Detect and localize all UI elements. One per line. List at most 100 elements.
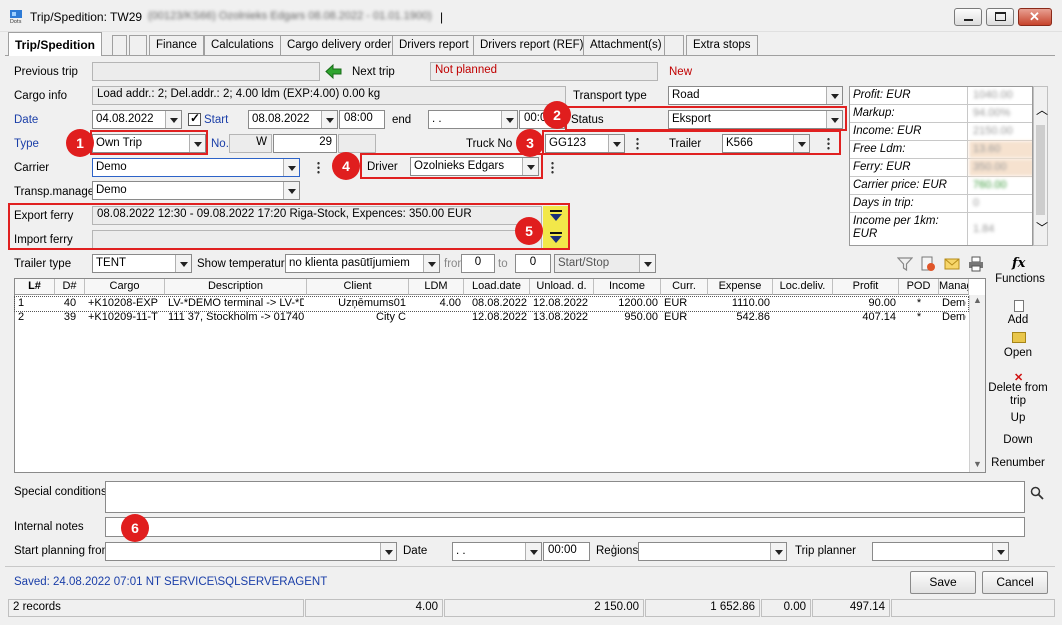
grid-header-cargo[interactable]: Cargo <box>85 279 165 295</box>
cell-load: 12.08.2022 <box>471 311 527 323</box>
grid-header-profit[interactable]: Profit <box>833 279 899 295</box>
import-ferry-field[interactable] <box>92 230 542 249</box>
planning-date-picker[interactable]: . . <box>452 542 542 561</box>
grid-header-manager[interactable]: Manager <box>939 279 969 295</box>
tab-blank-2[interactable] <box>129 35 147 55</box>
grid-header-l[interactable]: L# <box>15 279 55 295</box>
start-stop-select[interactable]: Start/Stop <box>554 254 656 273</box>
cancel-button[interactable]: Cancel <box>982 571 1048 594</box>
grid-header-expense[interactable]: Expense <box>708 279 773 295</box>
to-field[interactable]: 0 <box>515 254 551 273</box>
start-date-picker[interactable]: 08.08.2022 <box>248 110 338 129</box>
regions-select[interactable] <box>638 542 787 561</box>
tab-blank-3[interactable] <box>664 35 684 55</box>
tab-drivers-report[interactable]: Drivers report <box>392 35 476 55</box>
trailer-select[interactable]: K566 <box>722 134 810 153</box>
grid-header-description[interactable]: Description <box>165 279 307 295</box>
start-planning-select[interactable] <box>105 542 397 561</box>
close-button[interactable]: ✕ <box>1018 8 1052 26</box>
export-ferry-arrow-icon[interactable] <box>544 207 568 225</box>
transp-manager-label: Transp.manager <box>14 186 98 198</box>
special-conditions-field[interactable] <box>105 481 1025 513</box>
finance-scrollbar[interactable]: ︿ ﹀ <box>1033 86 1048 246</box>
next-trip-field[interactable]: Not planned <box>430 62 658 81</box>
tab-trip-spedition[interactable]: Trip/Spedition <box>8 32 102 56</box>
driver-label: Driver <box>367 161 398 173</box>
trailer-type-select[interactable]: TENT <box>92 254 192 273</box>
search-icon[interactable] <box>1030 486 1044 500</box>
maximize-button[interactable] <box>986 8 1014 26</box>
export-icon[interactable] <box>920 256 936 272</box>
tab-blank-1[interactable] <box>112 35 127 55</box>
driver-select[interactable]: Ozolnieks Edgars <box>410 157 539 176</box>
trailer-label: Trailer <box>669 138 702 150</box>
previous-trip-field[interactable] <box>92 62 320 81</box>
from-field[interactable]: 0 <box>461 254 495 273</box>
grid-header-ldm[interactable]: LDM <box>409 279 464 295</box>
truck-select[interactable]: GG123 <box>545 134 625 153</box>
carrier-select[interactable]: Demo <box>92 158 300 177</box>
down-button[interactable]: Down <box>988 434 1048 446</box>
functions-icon[interactable]: fx <box>1012 256 1025 271</box>
functions-button[interactable]: Functions <box>990 273 1050 285</box>
table-row[interactable]: 1 40 +K10208-EXP LV-*DEMO terminal -> LV-*D… <box>14 296 969 312</box>
grid-header-pod[interactable]: POD <box>899 279 939 295</box>
add-button[interactable]: Add <box>988 314 1048 326</box>
tab-extra-stops[interactable]: Extra stops <box>686 35 758 55</box>
arrow-left-icon[interactable] <box>325 63 343 80</box>
truck-options-icon[interactable] <box>636 137 639 150</box>
open-button[interactable]: Open <box>988 347 1048 359</box>
renumber-button[interactable]: Renumber <box>988 457 1048 469</box>
start-time-field[interactable]: 08:00 <box>339 110 385 129</box>
tab-finance[interactable]: Finance <box>149 35 204 55</box>
trip-planner-select[interactable] <box>872 542 1009 561</box>
type-select[interactable]: Own Trip <box>92 134 206 153</box>
grid-header-d[interactable]: D# <box>55 279 85 295</box>
scroll-up-icon[interactable]: ︿ <box>1036 101 1048 118</box>
tab-attachments[interactable]: Attachment(s) <box>583 35 669 55</box>
grid-header-income[interactable]: Income <box>594 279 661 295</box>
driver-options-icon[interactable] <box>551 161 554 174</box>
grid-header-load[interactable]: Load.date <box>464 279 530 295</box>
start-label: Start <box>204 114 229 126</box>
planning-time-field[interactable]: 00:00 <box>543 542 590 561</box>
print-icon[interactable] <box>968 256 984 272</box>
grid-header-client[interactable]: Client <box>307 279 409 295</box>
scroll-down-icon[interactable]: ﹀ <box>1036 219 1048 236</box>
transp-manager-select[interactable]: Demo <box>92 181 300 200</box>
scroll-thumb[interactable] <box>1036 125 1045 215</box>
delete-from-trip-button[interactable]: Delete from trip <box>988 382 1048 408</box>
grid-scrollbar[interactable]: ▲ ▼ <box>969 295 985 472</box>
finance-row-income: Income: EUR 2150.00 <box>850 123 1032 141</box>
cell-cargo: +K10209-11-T <box>88 311 158 323</box>
start-checkbox[interactable] <box>188 111 201 126</box>
transport-type-select[interactable]: Road <box>668 86 843 105</box>
no-value-field[interactable]: 29 <box>273 134 337 153</box>
filter-icon[interactable] <box>896 256 914 272</box>
import-ferry-arrow-icon[interactable] <box>544 229 568 247</box>
minimize-button[interactable] <box>954 8 982 26</box>
status-select[interactable]: Eksport <box>668 110 843 129</box>
carrier-options-icon[interactable] <box>317 161 320 174</box>
chevron-down-icon <box>793 135 809 152</box>
date-picker[interactable]: 04.08.2022 <box>92 110 182 129</box>
save-button[interactable]: Save <box>910 571 976 594</box>
up-button[interactable]: Up <box>988 412 1048 424</box>
tab-drivers-report-ref[interactable]: Drivers report (REF) <box>473 35 591 55</box>
scroll-up-icon[interactable]: ▲ <box>973 295 982 305</box>
internal-notes-field[interactable] <box>105 517 1025 537</box>
tab-cargo-delivery-order[interactable]: Cargo delivery order <box>280 35 399 55</box>
cargo-grid[interactable]: L# D# Cargo Description Client LDM Load.date Un… <box>14 278 986 473</box>
grid-header-curr[interactable]: Curr. <box>661 279 708 295</box>
end-date-picker[interactable]: . . <box>428 110 518 129</box>
email-icon[interactable] <box>944 257 960 271</box>
table-row[interactable]: 2 39 +K10209-11-T 111 37, Stockholm -> 0174… <box>15 311 968 325</box>
show-temperature-select[interactable]: no klienta pasūtījumiem <box>285 254 440 273</box>
trailer-options-icon[interactable] <box>827 137 830 150</box>
export-ferry-field[interactable]: 08.08.2022 12:30 - 09.08.2022 17:20 Riga… <box>92 206 542 225</box>
scroll-down-icon[interactable]: ▼ <box>973 459 982 469</box>
grid-header-unload[interactable]: Unload. d. <box>530 279 594 295</box>
tab-calculations[interactable]: Calculations <box>204 35 281 55</box>
cell-ldm <box>412 311 461 325</box>
grid-header-loc[interactable]: Loc.deliv. <box>773 279 833 295</box>
